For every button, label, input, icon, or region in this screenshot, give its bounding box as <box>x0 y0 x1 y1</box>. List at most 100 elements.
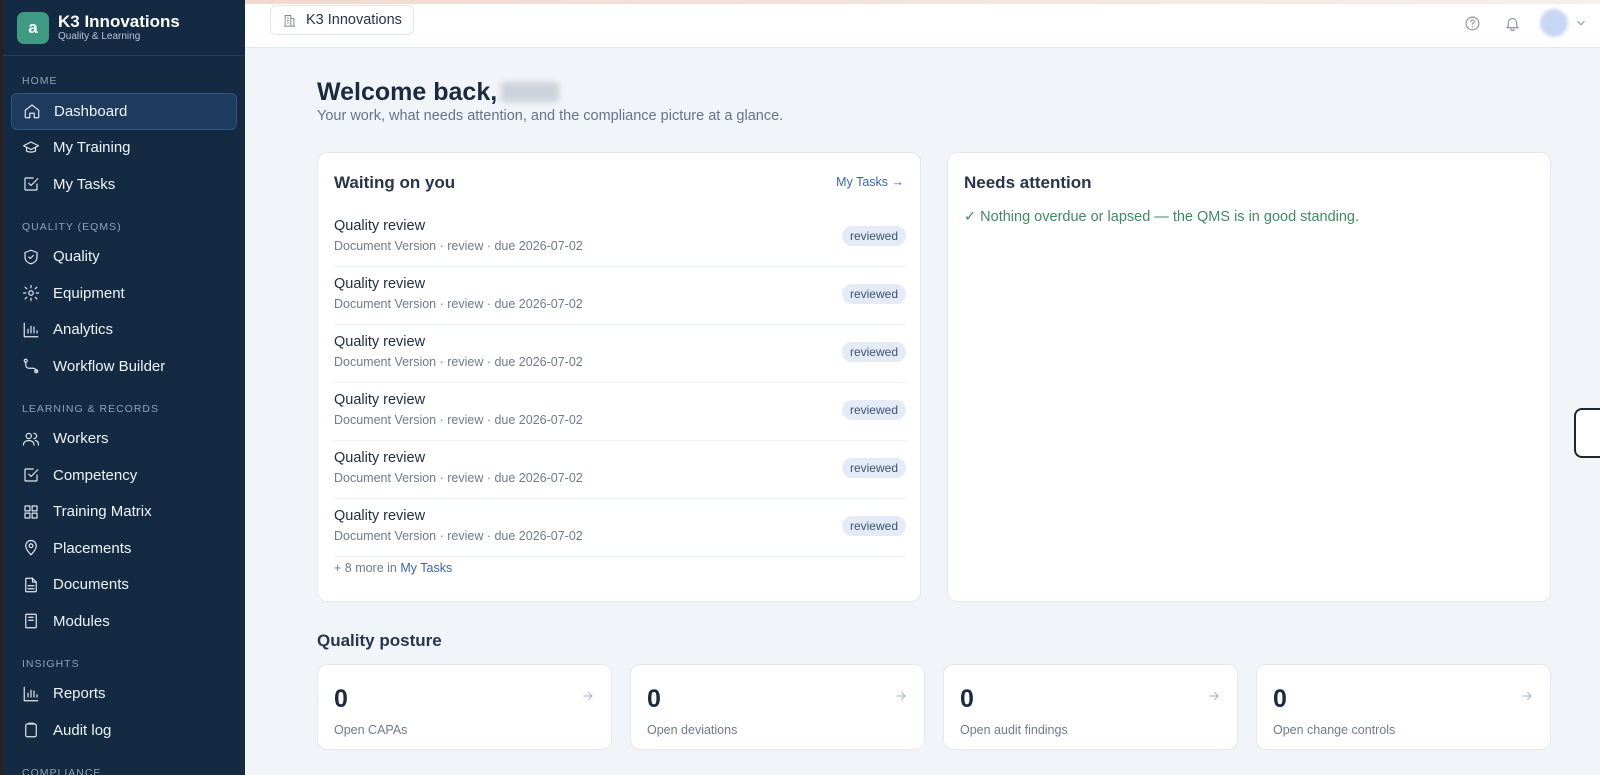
task-title: Quality review <box>334 276 426 292</box>
task-row[interactable]: Quality review Document Version · review… <box>334 325 906 383</box>
brand[interactable]: a K3 Innovations Quality & Learning <box>3 0 245 56</box>
arrow-right-icon <box>1520 689 1534 703</box>
stat-label: Open change controls <box>1273 723 1396 737</box>
side-panel-handle[interactable] <box>1574 408 1600 458</box>
chevron-down-icon[interactable] <box>1574 16 1588 30</box>
sidebar-item-label: Competency <box>53 466 138 484</box>
sidebar-item-label: Audit log <box>53 721 112 739</box>
org-name: K3 Innovations <box>306 12 402 28</box>
stat-label: Open deviations <box>647 723 738 737</box>
status-badge: reviewed <box>841 226 906 246</box>
sidebar-item-label: Workers <box>53 430 109 448</box>
workflow-icon <box>22 357 40 375</box>
checkbox-icon <box>22 175 40 193</box>
sidebar-item-quality[interactable]: Quality <box>11 239 237 276</box>
sidebar-item-label: My Training <box>53 139 131 157</box>
sidebar-item-workers[interactable]: Workers <box>11 421 237 458</box>
task-row[interactable]: Quality review Document Version · review… <box>334 499 906 557</box>
task-row[interactable]: Quality review Document Version · review… <box>334 441 906 499</box>
checkbox-icon <box>22 466 40 484</box>
task-row[interactable]: Quality review Document Version · review… <box>334 383 906 441</box>
page-subtitle: Your work, what needs attention, and the… <box>317 108 784 124</box>
more-tasks: + 8 more in My Tasks <box>334 561 453 575</box>
main-content: Welcome back, Your work, what needs atte… <box>245 48 1600 775</box>
sidebar-item-training-matrix[interactable]: Training Matrix <box>11 494 237 531</box>
avatar[interactable] <box>1540 9 1568 37</box>
task-title: Quality review <box>334 218 426 234</box>
org-switcher[interactable]: K3 Innovations <box>270 5 414 35</box>
task-title: Quality review <box>334 450 426 466</box>
brand-tagline: Quality & Learning <box>58 31 141 42</box>
task-list: Quality review Document Version · review… <box>334 209 906 557</box>
bell-icon[interactable] <box>1502 13 1522 33</box>
sidebar-item-label: Reports <box>53 685 106 703</box>
sidebar-item-dashboard[interactable]: Dashboard <box>11 93 237 130</box>
card-title: Waiting on you <box>334 173 456 192</box>
task-row[interactable]: Quality review Document Version · review… <box>334 267 906 325</box>
page-title: Welcome back, <box>317 78 560 107</box>
sidebar-item-label: Quality <box>53 248 100 266</box>
task-meta: Document Version · review · due 2026-07-… <box>334 529 583 543</box>
home-icon <box>23 102 41 120</box>
grid-icon <box>22 503 40 521</box>
sidebar-item-placements[interactable]: Placements <box>11 530 237 567</box>
sidebar-item-equipment[interactable]: Equipment <box>11 275 237 312</box>
sidebar-item-my-tasks[interactable]: My Tasks <box>11 166 237 203</box>
section-title-compliance: COMPLIANCE <box>22 766 102 775</box>
status-badge: reviewed <box>841 400 906 420</box>
status-badge: reviewed <box>841 284 906 304</box>
stat-value: 0 <box>647 685 661 713</box>
stat-label: Open audit findings <box>960 723 1068 737</box>
task-meta: Document Version · review · due 2026-07-… <box>334 355 583 369</box>
map-pin-icon <box>22 539 40 557</box>
stat-card-open-deviations[interactable]: 0 Open deviations <box>630 664 925 750</box>
sidebar-item-competency[interactable]: Competency <box>11 457 237 494</box>
card-title: Needs attention <box>964 173 1092 192</box>
section-title-quality: QUALITY (EQMS) <box>22 220 122 233</box>
sidebar-item-label: Documents <box>53 576 129 594</box>
bar-chart-icon <box>22 321 40 339</box>
sidebar-item-modules[interactable]: Modules <box>11 603 237 640</box>
sidebar-item-label: Analytics <box>53 321 114 339</box>
stat-value: 0 <box>960 685 974 713</box>
waiting-on-you-card: Waiting on you My Tasks → Quality review… <box>317 152 921 602</box>
sidebar-item-documents[interactable]: Documents <box>11 567 237 604</box>
my-tasks-link[interactable]: My Tasks → <box>836 175 904 189</box>
sidebar-item-my-training[interactable]: My Training <box>11 130 237 167</box>
task-meta: Document Version · review · due 2026-07-… <box>334 297 583 311</box>
sidebar-item-label: Workflow Builder <box>53 357 166 375</box>
clipboard-icon <box>22 721 40 739</box>
arrow-right-icon <box>581 689 595 703</box>
stat-card-open-capas[interactable]: 0 Open CAPAs <box>317 664 612 750</box>
sidebar-item-audit-log[interactable]: Audit log <box>11 712 237 749</box>
sidebar-item-label: My Tasks <box>53 175 116 193</box>
status-badge: reviewed <box>841 342 906 362</box>
book-icon <box>22 612 40 630</box>
sidebar-item-label: Placements <box>53 539 132 557</box>
arrow-right-icon <box>894 689 908 703</box>
stat-value: 0 <box>334 685 348 713</box>
task-title: Quality review <box>334 334 426 350</box>
document-icon <box>22 576 40 594</box>
more-tasks-link[interactable]: My Tasks <box>400 561 452 575</box>
help-icon[interactable] <box>1462 13 1482 33</box>
topbar: K3 Innovations <box>245 0 1600 48</box>
brand-name: K3 Innovations <box>58 12 180 31</box>
stat-card-open-change-controls[interactable]: 0 Open change controls <box>1256 664 1551 750</box>
sidebar-item-workflow-builder[interactable]: Workflow Builder <box>11 348 237 385</box>
sidebar-item-label: Training Matrix <box>53 503 152 521</box>
user-name-redacted <box>501 82 560 102</box>
sidebar-item-reports[interactable]: Reports <box>11 676 237 713</box>
sidebar: a K3 Innovations Quality & Learning HOME… <box>0 0 245 775</box>
quality-posture-title: Quality posture <box>317 631 442 650</box>
sidebar-item-label: Modules <box>53 612 110 630</box>
section-title-insights: INSIGHTS <box>22 657 80 670</box>
task-title: Quality review <box>334 392 426 408</box>
section-title-learning: LEARNING & RECORDS <box>22 402 160 415</box>
stat-label: Open CAPAs <box>334 723 408 737</box>
stat-card-open-audit-findings[interactable]: 0 Open audit findings <box>943 664 1238 750</box>
bar-chart-icon <box>22 685 40 703</box>
task-row[interactable]: Quality review Document Version · review… <box>334 209 906 267</box>
task-title: Quality review <box>334 508 426 524</box>
sidebar-item-analytics[interactable]: Analytics <box>11 312 237 349</box>
